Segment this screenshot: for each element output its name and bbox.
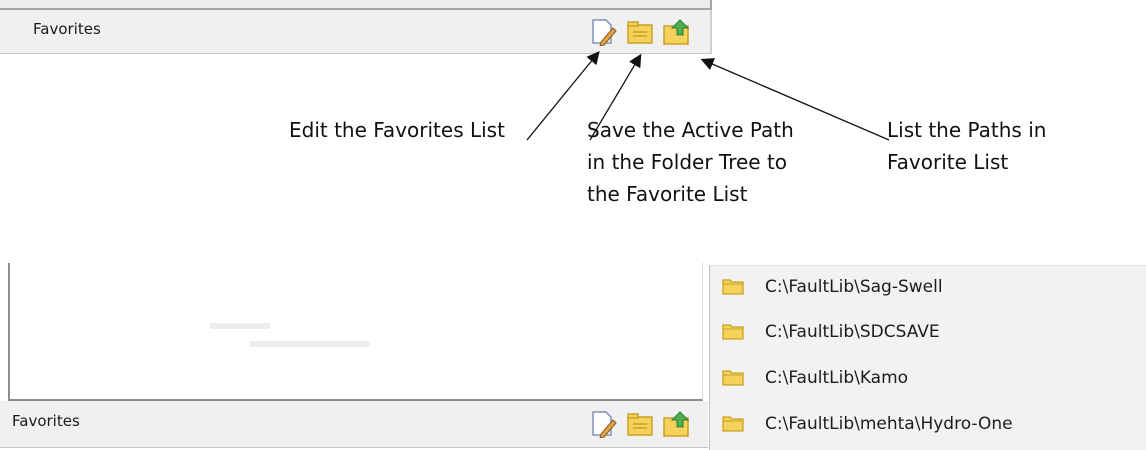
edit-favorites-button[interactable] — [590, 18, 618, 47]
folder-icon — [722, 370, 744, 386]
folder-icon — [722, 279, 744, 295]
folder-up-arrow-icon — [663, 19, 690, 45]
edit-pencil-icon — [592, 411, 617, 439]
callout-line: in the Folder Tree to — [587, 150, 788, 174]
callout-line: List the Paths in — [887, 118, 1047, 142]
folder-icon — [627, 413, 653, 436]
save-active-path-button[interactable] — [627, 411, 655, 439]
list-paths-button[interactable] — [663, 409, 691, 437]
callout-edit-favorites: Edit the Favorites List — [289, 118, 505, 142]
favorites-label: Favorites — [12, 412, 80, 430]
callout-line: the Favorite List — [587, 182, 748, 206]
callout-list-paths: List the Paths in Favorite List — [887, 114, 1046, 178]
menu-item-path[interactable]: C:\FaultLib\Kamo — [710, 357, 1146, 401]
bottom-favorites-panel: Favorites — [0, 263, 708, 449]
path-label: C:\FaultLib\mehta\Hydro-One — [765, 414, 1013, 434]
folder-icon — [722, 324, 744, 340]
favorites-toolbar-bottom: Favorites — [0, 401, 708, 448]
menu-item-path[interactable]: C:\FaultLib\mehta\Hydro-One — [710, 403, 1146, 447]
folder-icon — [722, 416, 744, 432]
favorites-label: Favorites — [33, 20, 101, 38]
faded-content — [210, 323, 370, 347]
callout-line: Favorite List — [887, 150, 1009, 174]
callout-line: Save the Active Path — [587, 118, 794, 142]
folder-tree-area — [8, 263, 703, 401]
menu-item-path[interactable]: C:\FaultLib\Sag-Swell — [710, 266, 1146, 310]
edit-pencil-icon — [592, 19, 617, 47]
path-label: C:\FaultLib\Kamo — [765, 368, 909, 388]
folder-up-arrow-icon — [663, 411, 690, 437]
panel-frame-edge — [0, 0, 712, 10]
save-active-path-button[interactable] — [627, 19, 655, 47]
favorites-toolbar: Favorites — [0, 10, 712, 54]
top-favorites-panel: Favorites — [0, 0, 712, 54]
list-paths-button[interactable] — [663, 17, 691, 45]
folder-icon — [627, 21, 653, 44]
menu-item-path[interactable]: C:\FaultLib\SDCSAVE — [710, 311, 1146, 355]
path-label: C:\FaultLib\SDCSAVE — [765, 322, 940, 342]
edit-favorites-button[interactable] — [590, 410, 618, 439]
favorite-paths-menu: C:\FaultLib\Sag-Swell C:\FaultLib\SDCSAV… — [709, 265, 1146, 450]
callout-save-active-path: Save the Active Path in the Folder Tree … — [587, 114, 794, 210]
path-label: C:\FaultLib\Sag-Swell — [765, 277, 943, 297]
